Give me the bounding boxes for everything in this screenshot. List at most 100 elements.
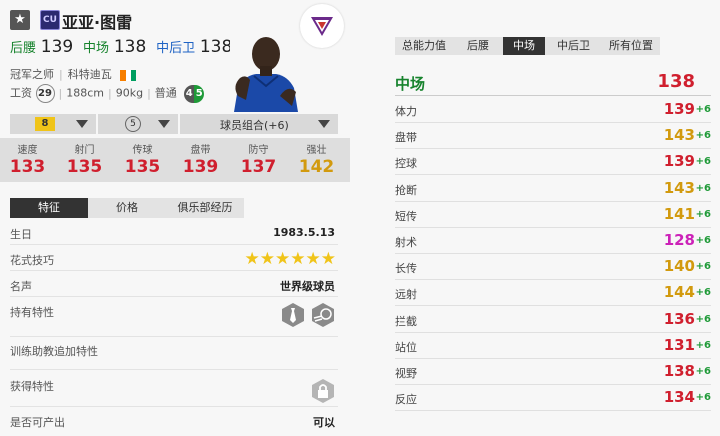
attribute-label: 抢断 xyxy=(395,183,417,197)
player-panel: ★ CU 亚亚·图雷 后腰 139 中场 138 中后卫 138 冠军之师 | 科特… xyxy=(0,0,350,436)
attribute-value: 139 xyxy=(663,100,695,118)
attribute-label: 站位 xyxy=(395,340,417,354)
main-stats: 速度 133 射门 135 传球 135 盘带 139 防守 137 强壮 142 xyxy=(0,138,350,182)
birthday-label: 生日 xyxy=(10,228,32,241)
attribute-value: 141 xyxy=(663,204,695,223)
season-badge: CU xyxy=(40,10,60,30)
position-overall: 138 xyxy=(657,71,695,92)
traits-row: 持有特性 xyxy=(10,302,338,337)
produce-value: 可以 xyxy=(313,416,335,429)
attribute-row: 控球 139 +6 xyxy=(395,148,711,176)
attribute-label: 远射 xyxy=(395,288,417,302)
attribute-row: 拦截 136 +6 xyxy=(395,306,711,333)
tab-club-history[interactable]: 俱乐部经历 xyxy=(166,198,244,218)
attribute-row: 长传 140 +6 xyxy=(395,253,711,281)
position-label: 中后卫 xyxy=(156,41,196,56)
attribute-bonus: +6 xyxy=(695,287,711,299)
attribute-row: 射术 128 +6 xyxy=(395,227,711,254)
body-type: 普通 xyxy=(154,86,177,100)
attribute-bonus: +6 xyxy=(695,208,711,220)
club-logo-icon xyxy=(300,4,344,48)
player-name: 亚亚·图雷 xyxy=(62,13,133,32)
level-badge: 8 xyxy=(35,117,55,131)
coach-traits-label: 训练助教追加特性 xyxy=(10,345,98,358)
attribute-value: 140 xyxy=(663,257,695,276)
chevron-down-icon xyxy=(158,120,170,128)
attribute-label: 控球 xyxy=(395,157,417,171)
produce-row: 是否可产出 可以 xyxy=(10,414,338,432)
attribute-bonus: +6 xyxy=(695,104,711,115)
weight: 90kg xyxy=(115,86,144,100)
attribute-label: 体力 xyxy=(395,105,417,118)
skill-label: 花式技巧 xyxy=(10,254,54,267)
fame-value: 世界级球员 xyxy=(280,280,335,293)
traits-label: 持有特性 xyxy=(10,306,54,319)
player-photo xyxy=(230,26,302,112)
trait-shot-icon[interactable] xyxy=(310,302,336,328)
favorite-star-icon[interactable]: ★ xyxy=(10,10,30,30)
lock-icon[interactable] xyxy=(310,378,336,404)
weak-foot-value: 4 xyxy=(184,84,195,103)
position-label: 后腰 xyxy=(10,41,37,56)
chevron-down-icon xyxy=(76,120,88,128)
attribute-value: 128 xyxy=(663,231,695,249)
stat-item: 盘带 139 xyxy=(182,145,219,177)
attribute-bonus: +6 xyxy=(695,261,711,273)
stat-item: 射门 135 xyxy=(66,145,103,177)
attribute-row: 反应 134 +6 xyxy=(395,384,711,412)
stat-item: 传球 135 xyxy=(124,145,161,177)
attribute-value: 134 xyxy=(663,388,695,407)
tab-features[interactable]: 特征 xyxy=(10,198,88,218)
attribute-label: 长传 xyxy=(395,262,417,276)
attribute-bonus: +6 xyxy=(695,366,711,377)
attribute-label: 射术 xyxy=(395,236,417,249)
team-nation-row: 冠军之师 | 科特迪瓦 xyxy=(10,66,137,82)
ivory-coast-flag-icon xyxy=(120,69,137,81)
height: 188cm xyxy=(66,86,104,100)
attribute-label: 短传 xyxy=(395,209,417,223)
chevron-down-icon xyxy=(318,120,330,128)
position-value: 139 xyxy=(40,37,74,57)
tab-cb[interactable]: 中后卫 xyxy=(545,37,602,55)
level-dropdown[interactable]: 8 xyxy=(10,114,96,134)
attribute-label: 盘带 xyxy=(395,131,417,145)
team-name: 冠军之师 xyxy=(10,68,54,81)
attribute-value: 136 xyxy=(663,309,695,328)
attribute-bonus: +6 xyxy=(695,392,711,404)
position-ratings: 后腰 139 中场 138 中后卫 138 xyxy=(10,37,237,57)
trait-tie-icon[interactable] xyxy=(280,302,306,328)
attribute-value: 143 xyxy=(663,126,695,145)
attribute-row: 体力 139 +6 xyxy=(395,96,711,123)
attribute-row: 远射 144 +6 xyxy=(395,279,711,307)
fame-row: 名声 世界级球员 xyxy=(10,278,338,297)
tab-cdm[interactable]: 后腰 xyxy=(453,37,503,55)
skill-row: 花式技巧 ★★★★★★ xyxy=(10,249,338,271)
attribute-value: 131 xyxy=(663,335,695,354)
position-name: 中场 xyxy=(395,75,426,93)
attribute-bonus: +6 xyxy=(695,156,711,168)
attribute-row: 视野 138 +6 xyxy=(395,358,711,385)
enhance-dropdown[interactable]: 5 xyxy=(98,114,178,134)
attribute-row: 短传 141 +6 xyxy=(395,201,711,228)
coach-traits-row: 训练助教追加特性 xyxy=(10,343,338,370)
attribute-row: 盘带 143 +6 xyxy=(395,122,711,150)
tab-all-positions[interactable]: 所有位置 xyxy=(602,37,660,55)
attribute-value: 138 xyxy=(663,362,695,380)
combo-label: 球员组合(+6) xyxy=(220,119,289,132)
tab-price[interactable]: 价格 xyxy=(88,198,166,218)
tab-total[interactable]: 总能力值 xyxy=(395,37,453,55)
attribute-row: 抢断 143 +6 xyxy=(395,175,711,202)
position-label: 中场 xyxy=(83,41,110,56)
attribute-bonus: +6 xyxy=(695,235,711,246)
combo-dropdown[interactable]: 球员组合(+6) xyxy=(180,114,338,134)
enhance-value: 5 xyxy=(125,116,141,132)
salary-label: 工资 xyxy=(10,86,32,100)
tab-cm[interactable]: 中场 xyxy=(503,37,545,55)
strong-foot-value: 5 xyxy=(194,84,205,103)
attribute-value: 144 xyxy=(663,283,695,302)
stat-item: 防守 137 xyxy=(240,145,277,177)
position-header: 中场 138 xyxy=(395,71,711,96)
produce-label: 是否可产出 xyxy=(10,416,65,429)
physical-row: 工资 29 | 188cm | 90kg | 普通 45 xyxy=(10,84,205,103)
attribute-label: 视野 xyxy=(395,367,417,380)
